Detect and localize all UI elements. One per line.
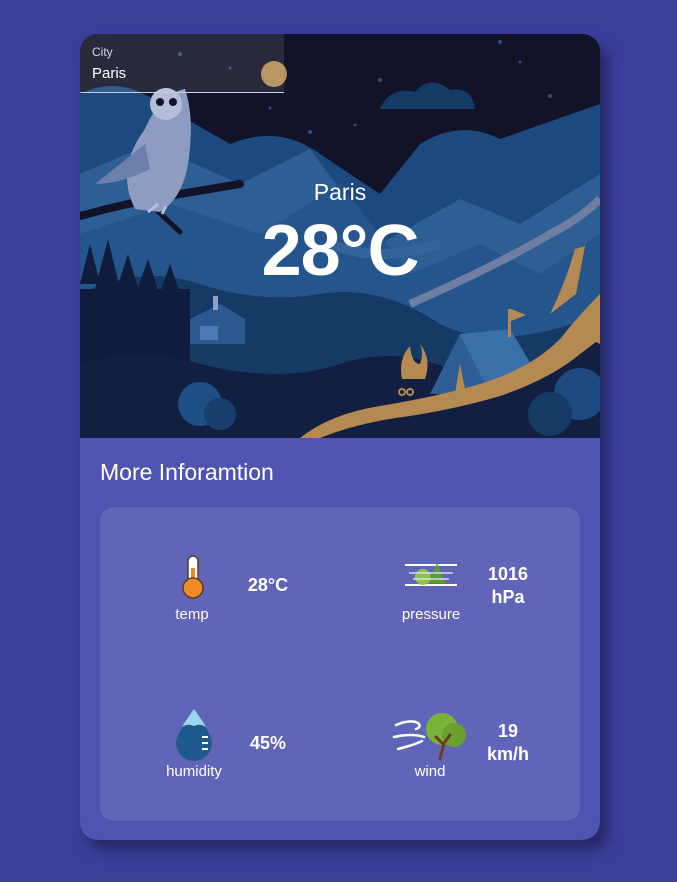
city-input[interactable]	[92, 62, 272, 84]
temp-value: 28°C	[247, 575, 289, 595]
current-city-name: Paris	[313, 179, 367, 205]
weather-hero: City Paris 28°C	[80, 34, 600, 438]
wind-value-unit: km/h	[486, 744, 529, 764]
wind-tree-icon	[392, 707, 470, 766]
more-information-heading: More Inforamtion	[100, 459, 274, 485]
city-field-label: City	[92, 45, 113, 59]
humidity-value: 45%	[249, 733, 287, 753]
pressure-value-number: 1016	[487, 564, 529, 584]
pressure-label: pressure	[401, 606, 461, 623]
humidity-label: humidity	[166, 763, 222, 780]
thermometer-icon	[179, 554, 207, 605]
wind-value-number: 19	[497, 721, 519, 741]
weather-card: City Paris 28°C More Inforamtion temp 28…	[80, 34, 600, 840]
more-information-panel: temp 28°C pressure 1016 hPa humidity 45%…	[100, 507, 580, 821]
pressure-value-unit: hPa	[491, 587, 525, 607]
wind-label: wind	[414, 763, 446, 780]
current-temperature: 28°C	[261, 211, 420, 291]
city-search-field[interactable]: City	[80, 34, 284, 93]
temp-label: temp	[175, 606, 209, 623]
pressure-icon	[403, 557, 459, 598]
water-drop-icon	[174, 707, 214, 766]
